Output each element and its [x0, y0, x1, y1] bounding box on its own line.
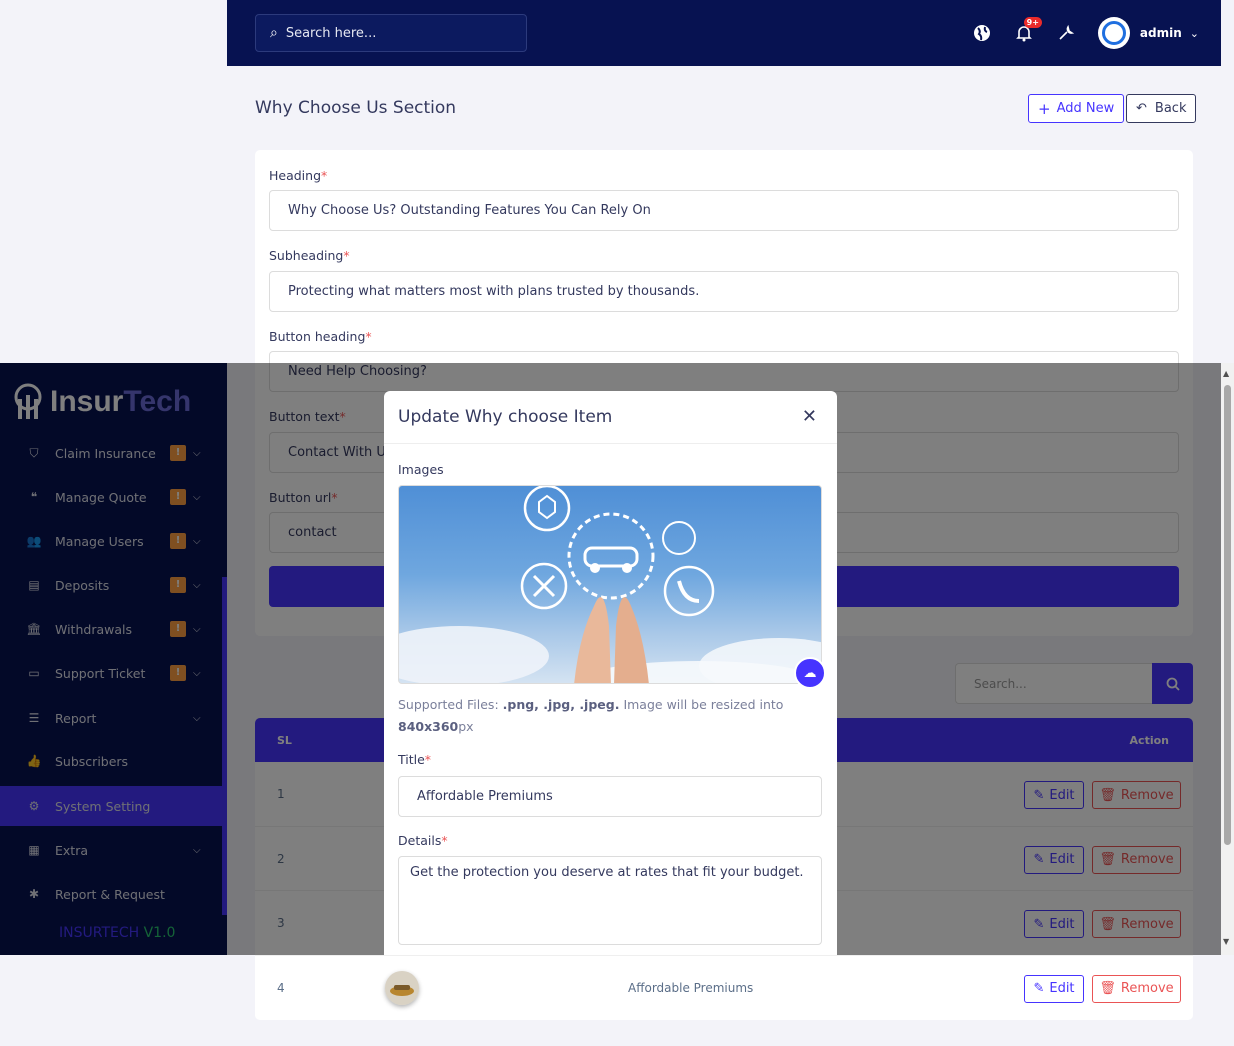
scrollbar-thumb[interactable] [1224, 385, 1231, 845]
scroll-up-arrow-icon[interactable]: ▲ [1223, 369, 1229, 378]
sidebar: InsurTech ⛉ Claim Insurance ! ⌵ ❝ Manage… [0, 363, 227, 955]
images-label: Images [398, 462, 444, 477]
user-name[interactable]: admin [1140, 26, 1182, 40]
undo-arrow-icon: ↶ [1136, 101, 1147, 116]
top-navbar: ⌕ Search here... 9+ admin ⌄ [227, 0, 1221, 66]
add-new-button[interactable]: + Add New [1028, 94, 1125, 123]
search-icon: ⌕ [270, 25, 278, 41]
row-thumbnail [385, 970, 419, 1005]
user-avatar[interactable] [1097, 17, 1130, 49]
back-label: Back [1154, 101, 1187, 116]
title-label: Title* [398, 752, 432, 767]
image-hint-text: Supported Files: .png, .jpg, .jpeg. Imag… [398, 697, 784, 734]
row-sl: 4 [277, 980, 285, 995]
button-heading-label: Button heading* [269, 329, 372, 344]
plus-icon: + [1038, 99, 1051, 118]
add-new-label: Add New [1056, 101, 1115, 116]
notification-count-badge: 9+ [1023, 17, 1042, 28]
modal-title: Update Why choose Item [398, 407, 613, 427]
row-title: Affordable Premiums [628, 980, 754, 995]
item-image-preview[interactable] [398, 485, 822, 684]
trash-icon: 🗑 [1099, 981, 1116, 996]
update-item-modal: Update Why choose Item ✕ Images ☁ Suppor… [384, 391, 837, 955]
page-scrollbar[interactable]: ▲ ▼ [1221, 363, 1234, 955]
global-search-placeholder: Search here... [285, 25, 377, 41]
heading-label: Heading* [269, 168, 328, 183]
cloud-upload-icon[interactable]: ☁ [794, 657, 826, 689]
edit-label: Edit [1049, 981, 1075, 996]
navbar-actions: 9+ admin ⌄ [972, 14, 1199, 52]
subheading-label: Subheading* [269, 248, 350, 263]
wrench-icon[interactable] [1056, 23, 1076, 43]
remove-button[interactable]: 🗑 Remove [1092, 974, 1181, 1003]
notification-bell-icon[interactable]: 9+ [1014, 17, 1042, 43]
table-row: 4 Affordable Premiums ✎ Edit 🗑 Remove [255, 956, 1193, 1021]
subheading-input[interactable]: Protecting what matters most with plans … [269, 271, 1179, 312]
remove-label: Remove [1120, 981, 1174, 996]
chevron-down-circle-icon[interactable]: ⌄ [1190, 27, 1199, 40]
edit-button[interactable]: ✎ Edit [1024, 974, 1084, 1003]
sidebar-dim-overlay [0, 363, 227, 955]
modal-header: Update Why choose Item ✕ [384, 391, 837, 444]
global-search-input[interactable]: ⌕ Search here... [255, 14, 527, 52]
globe-icon[interactable] [972, 23, 992, 43]
close-icon[interactable]: ✕ [802, 406, 817, 427]
pencil-icon: ✎ [1033, 981, 1045, 996]
details-label: Details* [398, 833, 448, 848]
back-button[interactable]: ↶ Back [1126, 94, 1197, 123]
heading-input[interactable]: Why Choose Us? Outstanding Features You … [269, 190, 1179, 231]
avatar-check-icon [1101, 21, 1126, 45]
title-input[interactable]: Affordable Premiums [398, 776, 822, 817]
details-textarea[interactable]: Get the protection you deserve at rates … [398, 856, 822, 945]
page-title: Why Choose Us Section [255, 98, 457, 118]
scroll-down-arrow-icon[interactable]: ▼ [1223, 937, 1229, 946]
